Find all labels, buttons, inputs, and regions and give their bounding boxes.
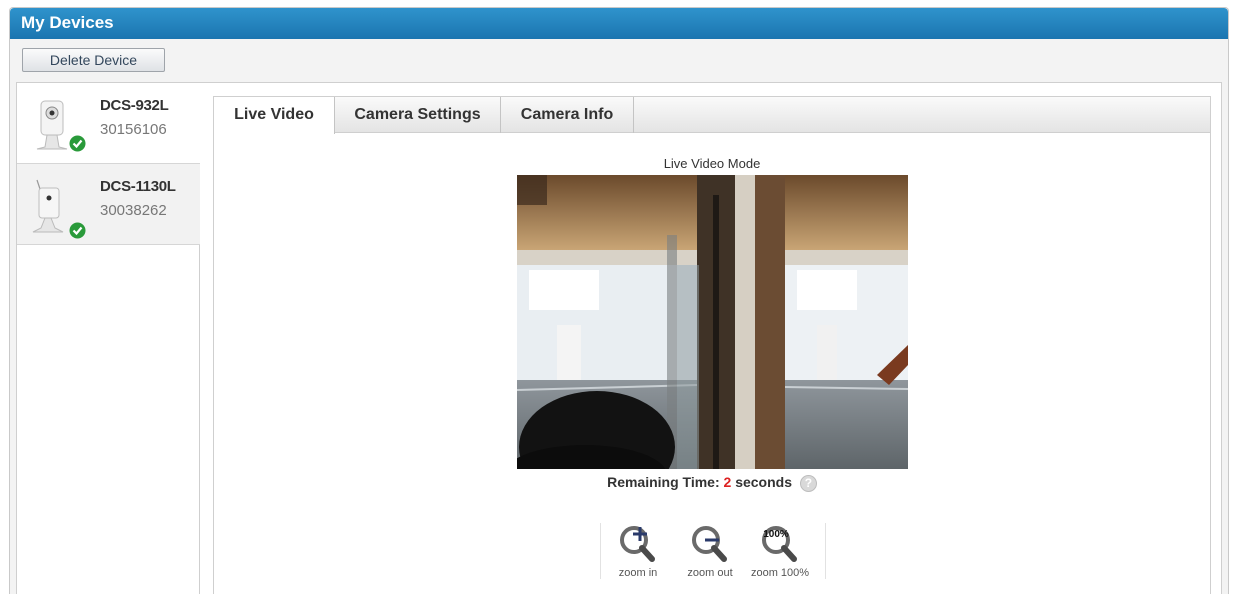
remaining-time-value: 2 [723,474,732,490]
video-frame [517,175,908,469]
remaining-time-suffix: seconds [735,474,793,490]
tab-camera-info[interactable]: Camera Info [501,97,634,133]
tab-camera-settings[interactable]: Camera Settings [335,97,501,133]
help-icon[interactable]: ? [799,474,817,492]
live-video-feed[interactable] [517,175,908,469]
remaining-time: Remaining Time: 2 seconds ? [214,474,1210,492]
remaining-time-prefix: Remaining Time: [607,474,720,490]
zoom-100-button[interactable]: 100% zoom 100% [745,523,815,583]
zoom-in-icon [620,526,655,562]
device-item-dcs-1130l[interactable]: DCS-1130L 30038262 [17,164,200,245]
zoom-in-button[interactable]: zoom in [603,523,673,583]
zoom-toolbar: zoom in zoom out 100% zoom 100% [600,523,826,579]
zoom-out-icon [692,526,727,562]
zoom-out-label: zoom out [687,567,733,579]
content-area: DCS-932L 30156106 DCS-1130L 30038262 Liv… [16,82,1222,594]
tab-bar: Live Video Camera Settings Camera Info [214,97,1210,134]
delete-device-button[interactable]: Delete Device [22,48,165,72]
my-devices-panel: My Devices Delete Device DCS-932L 301561… [9,7,1229,594]
zoom-100-icon: 100% [762,526,797,562]
device-name: DCS-1130L [100,178,176,195]
device-item-dcs-932l[interactable]: DCS-932L 30156106 [17,83,200,164]
panel-title: My Devices [10,8,1228,39]
device-detail: Live Video Camera Settings Camera Info L… [213,96,1211,594]
zoom-in-label: zoom in [618,567,658,579]
check-icon [69,135,86,152]
zoom-100-label: zoom 100% [750,567,810,579]
device-list: DCS-932L 30156106 DCS-1130L 30038262 [17,83,200,594]
zoom-out-button[interactable]: zoom out [675,523,745,583]
device-serial: 30038262 [100,202,167,219]
zoom-100-glyph: 100% [763,529,789,540]
device-name: DCS-932L [100,97,169,114]
tab-live-video[interactable]: Live Video [214,97,335,134]
device-serial: 30156106 [100,121,167,138]
check-icon [69,222,86,239]
live-video-mode-label: Live Video Mode [663,156,761,171]
